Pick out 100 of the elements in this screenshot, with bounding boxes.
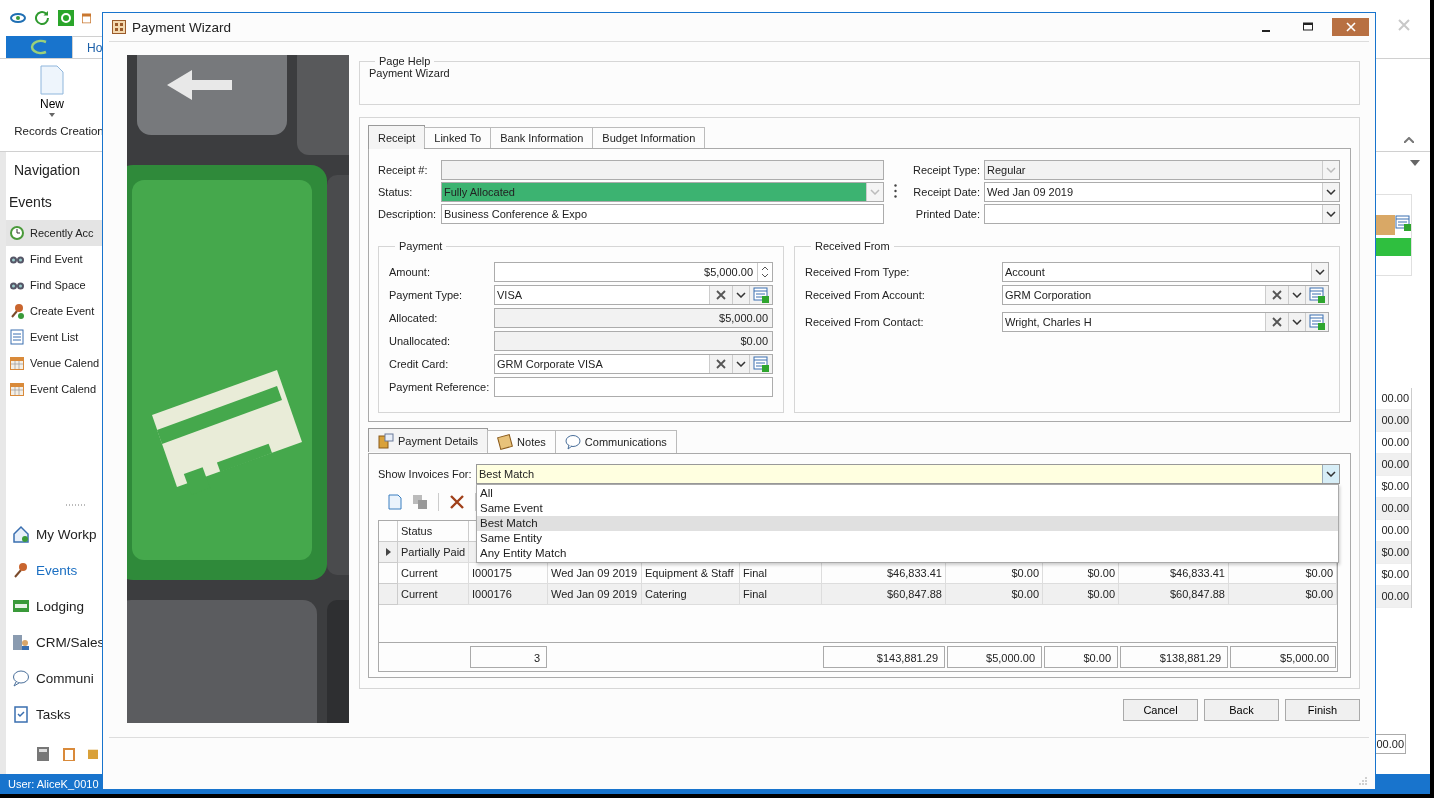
- chevron-icon: [1326, 167, 1336, 173]
- module-item[interactable]: My Workp: [6, 516, 110, 552]
- dropdown-option[interactable]: Best Match: [477, 516, 1338, 531]
- input-field[interactable]: Business Conference & Expo: [441, 204, 884, 224]
- module-item[interactable]: Communi: [6, 660, 110, 696]
- cancel-button[interactable]: Cancel: [1123, 699, 1198, 721]
- delete-icon[interactable]: [449, 494, 465, 510]
- finish-button[interactable]: Finish: [1285, 699, 1360, 721]
- clear-icon[interactable]: [716, 290, 726, 300]
- speech-bubble-icon: [12, 669, 30, 687]
- calculator-icon[interactable]: [36, 746, 50, 762]
- calendar-icon: [9, 381, 25, 397]
- table-cell: I000176: [469, 584, 548, 605]
- table-row[interactable]: Current I000176 Wed Jan 09 2019 Catering Final $60,847.88 $0.00 $0.00 $60,847.88 $0.00: [379, 584, 1337, 605]
- module-item[interactable]: Lodging: [6, 588, 110, 624]
- caret-icon: [49, 113, 55, 117]
- table-icon[interactable]: [753, 356, 769, 372]
- group-title: Page Help: [378, 55, 432, 67]
- table-cell: $60,847.88: [1119, 584, 1229, 605]
- field-label: Status:: [378, 186, 414, 198]
- building-icon: [12, 633, 30, 651]
- clear-icon[interactable]: [716, 359, 726, 369]
- table-cell: Wed Jan 09 2019: [548, 584, 642, 605]
- table-cell: $0.00: [1043, 584, 1119, 605]
- dropdown-option[interactable]: Any Entity Match: [477, 546, 1338, 561]
- clock-icon: [9, 225, 25, 241]
- gear-icon[interactable]: [58, 10, 74, 26]
- dropdown-option[interactable]: Same Entity: [477, 531, 1338, 546]
- lookup-field[interactable]: Wright, Charles H: [1002, 312, 1329, 332]
- resize-grip-icon[interactable]: [1359, 777, 1367, 785]
- module-item[interactable]: Tasks: [6, 696, 110, 732]
- nav-item[interactable]: Find Space: [6, 272, 110, 298]
- nav-item[interactable]: Create Event: [6, 298, 110, 324]
- spin-arrows-icon[interactable]: [761, 265, 769, 279]
- chevron-icon[interactable]: [736, 361, 746, 367]
- lookup-field[interactable]: GRM Corporation: [1002, 285, 1329, 305]
- field-label: Payment Type:: [389, 289, 464, 301]
- table-icon[interactable]: [1395, 215, 1411, 231]
- tray-icon: [12, 597, 30, 615]
- chevron-icon[interactable]: [1292, 319, 1302, 325]
- summary-cell: $5,000.00: [947, 646, 1042, 668]
- calendar-icon: [9, 355, 25, 371]
- summary-cell: $143,881.29: [823, 646, 945, 668]
- document-icon: [40, 65, 64, 95]
- nav-item[interactable]: Find Event: [6, 246, 110, 272]
- field-label: Received From Account:: [805, 289, 926, 301]
- back-button[interactable]: Back: [1204, 699, 1279, 721]
- chevron-icon[interactable]: [736, 292, 746, 298]
- tab[interactable]: Budget Information: [592, 127, 706, 148]
- splitter-grip-icon[interactable]: [894, 184, 897, 198]
- clear-icon[interactable]: [1272, 317, 1282, 327]
- chevron-icon[interactable]: [1292, 292, 1302, 298]
- close-icon: [1345, 22, 1356, 32]
- clipboard-icon[interactable]: [62, 746, 76, 762]
- status-text: User: AliceK_0010: [8, 778, 99, 790]
- copy-icon[interactable]: [412, 494, 428, 510]
- field-label: Receipt Date:: [912, 186, 981, 198]
- window-icon: [112, 20, 126, 34]
- table-icon[interactable]: [753, 287, 769, 303]
- table-cell: Partially Paid: [398, 542, 469, 563]
- minimize-icon: [1262, 30, 1270, 32]
- group-title: Received From: [814, 240, 891, 252]
- dropdown-option[interactable]: All: [477, 486, 1338, 501]
- table-cell: Final: [740, 584, 822, 605]
- tab[interactable]: Notes: [487, 430, 556, 453]
- field-label: Receipt #:: [378, 164, 429, 176]
- nav-item[interactable]: Event List: [6, 324, 110, 350]
- app-menu-button[interactable]: [6, 36, 72, 58]
- tab[interactable]: Communications: [554, 430, 677, 453]
- house-icon: [12, 525, 30, 543]
- tab[interactable]: Linked To: [424, 127, 492, 148]
- close-button[interactable]: [1332, 18, 1369, 36]
- dropdown-field[interactable]: [984, 204, 1340, 224]
- dropdown-option[interactable]: Same Event: [477, 501, 1338, 516]
- tab[interactable]: Payment Details: [368, 428, 489, 452]
- table-icon[interactable]: [1309, 314, 1325, 330]
- refresh-icon[interactable]: [34, 10, 50, 26]
- field-label: Received From Type:: [805, 266, 911, 278]
- maximize-icon: [1303, 22, 1313, 32]
- module-item[interactable]: Events: [6, 552, 110, 588]
- spin-field[interactable]: $5,000.00: [494, 262, 773, 282]
- dropdown-caret-icon[interactable]: [1410, 160, 1420, 166]
- nav-item[interactable]: Venue Calend: [6, 350, 110, 376]
- tab[interactable]: Receipt: [368, 125, 426, 149]
- module-item[interactable]: CRM/Sales: [6, 624, 110, 660]
- collapse-icon[interactable]: [1404, 137, 1414, 143]
- dropdown-field[interactable]: Best Match: [476, 464, 1340, 484]
- lookup-field[interactable]: VISA: [494, 285, 773, 305]
- pushpin-icon: [9, 303, 25, 319]
- dropdown-field[interactable]: Wed Jan 09 2019: [984, 182, 1340, 202]
- new-button[interactable]: New: [34, 65, 70, 117]
- dropdown-field[interactable]: Account: [1002, 262, 1329, 282]
- lookup-field[interactable]: GRM Corporate VISA: [494, 354, 773, 374]
- clear-icon[interactable]: [1272, 290, 1282, 300]
- nav-item[interactable]: Event Calend: [6, 376, 110, 402]
- table-icon[interactable]: [1309, 287, 1325, 303]
- input-field[interactable]: [494, 377, 773, 397]
- help-text: Payment Wizard: [369, 67, 451, 79]
- field-label: Receipt Type:: [911, 164, 981, 176]
- new-document-icon[interactable]: [388, 494, 402, 510]
